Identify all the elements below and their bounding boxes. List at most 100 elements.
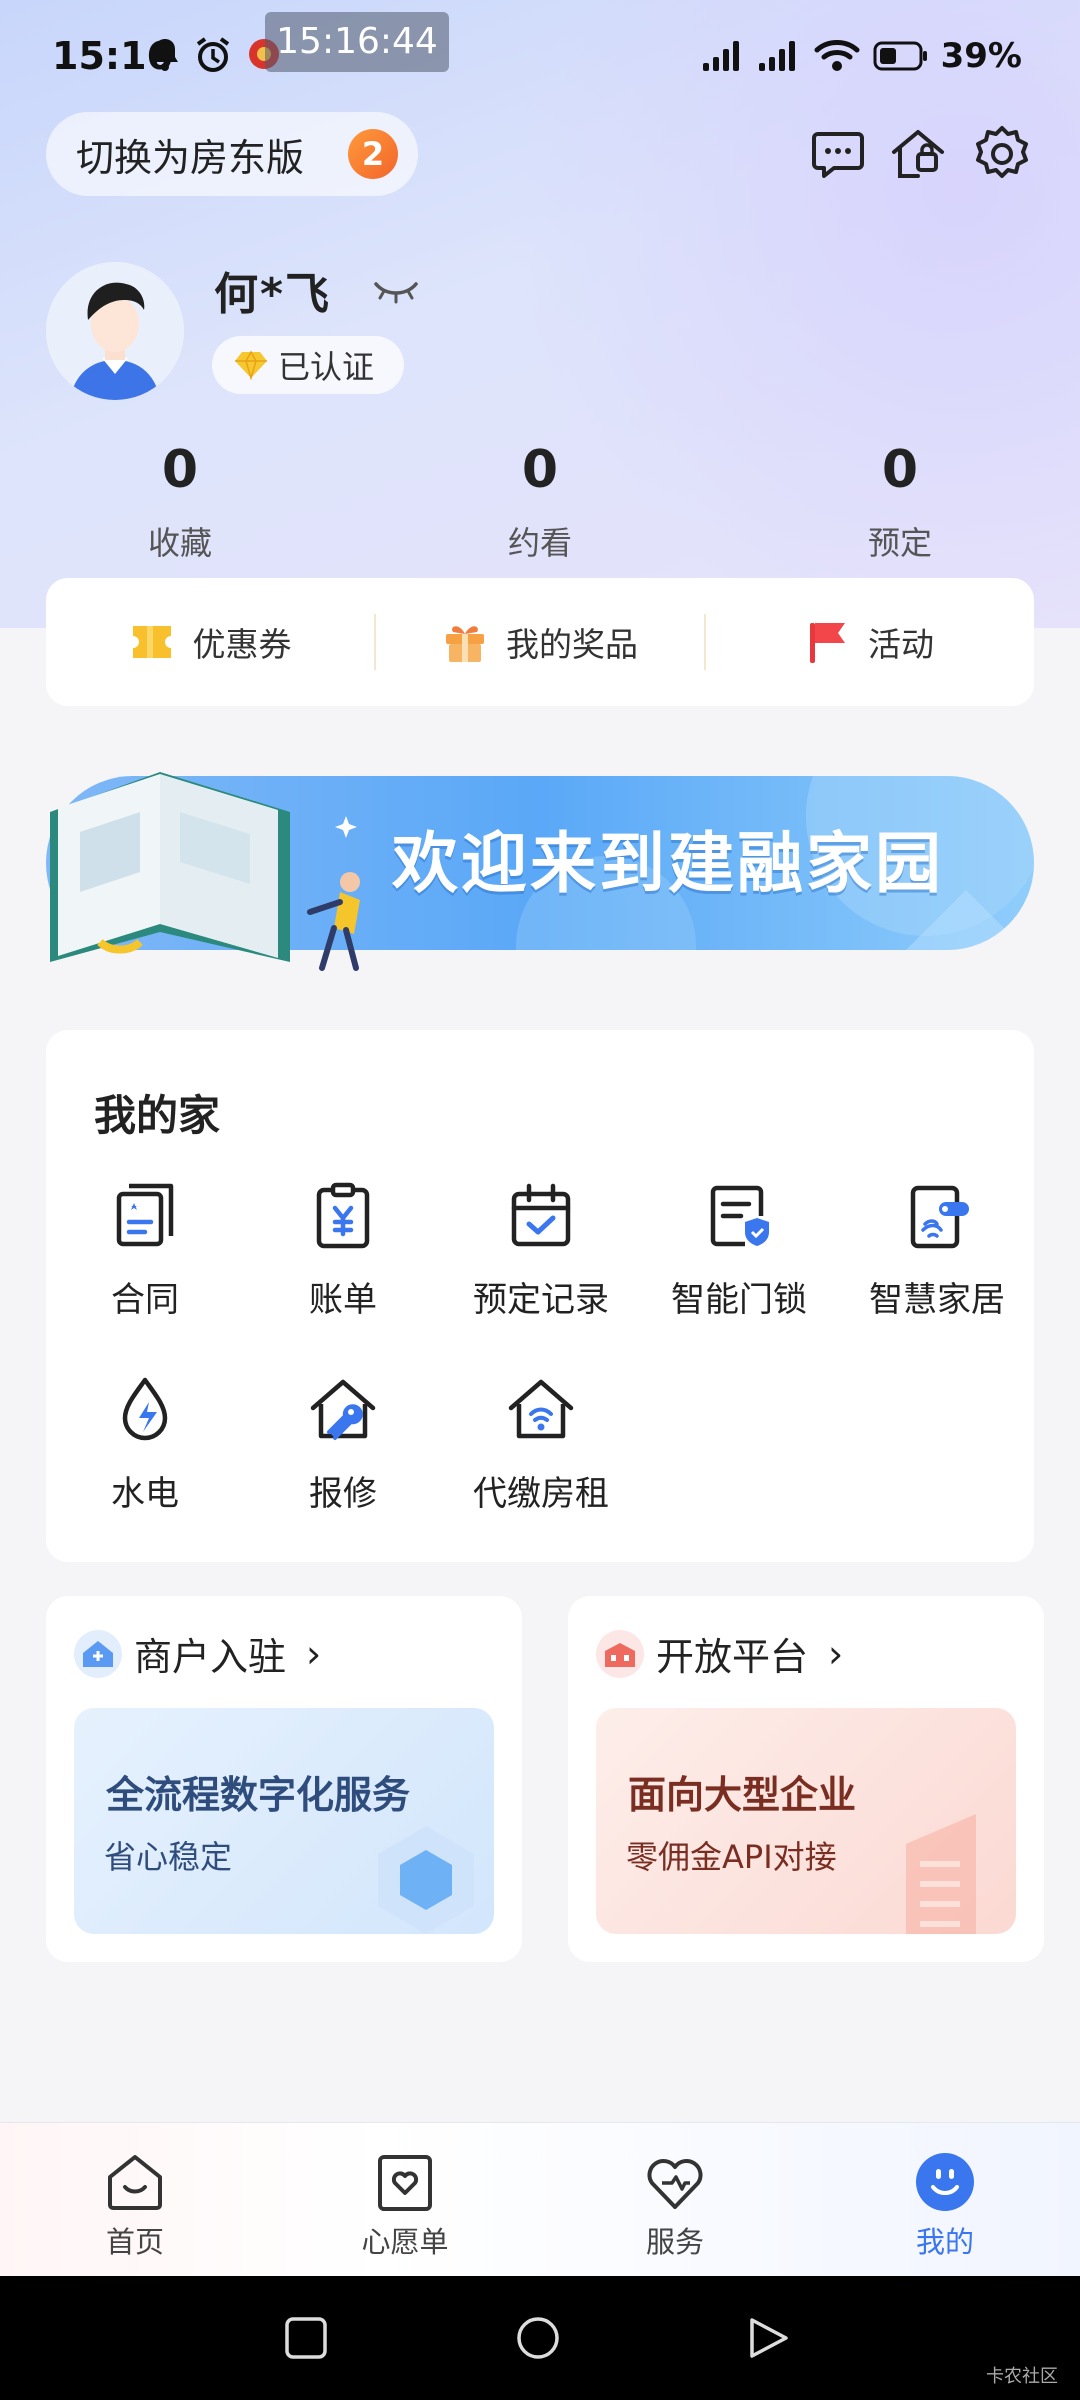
home-item-smart-home[interactable]: 智慧家居 [838,1180,1036,1321]
user-name: 何*飞 [214,269,332,320]
merchant-onboarding-card[interactable]: 商户入驻 › 全流程数字化服务 省心稳定 [46,1596,522,1962]
stat-label: 约看 [507,524,572,562]
my-home-title: 我的家 [94,1091,221,1140]
coupon-icon [132,626,171,658]
stat-viewings[interactable]: 0 约看 [420,440,660,564]
verified-badge: 已认证 [212,336,404,394]
battery-icon [873,41,927,71]
promo-headline: 全流程数字化服务 [106,1773,411,1817]
home-item-reservations[interactable]: 预定记录 [442,1180,640,1321]
diamond-icon [235,350,267,380]
home-item-label: 代缴房租 [473,1474,609,1514]
nav-profile[interactable]: 我的 [810,2123,1080,2276]
nav-wishlist[interactable]: 心愿单 [270,2123,540,2276]
profile-icon [916,2153,974,2211]
stat-value: 0 [161,440,199,500]
nav-home[interactable]: 首页 [0,2123,270,2276]
alarm-icon [196,37,230,72]
service-icon [647,2159,703,2209]
home-item-utilities[interactable]: 水电 [46,1374,244,1515]
stat-value: 0 [521,440,559,500]
quick-link-coupons[interactable]: 优惠券 [46,614,374,670]
contract-icon [116,1183,174,1247]
stat-label: 预定 [867,524,932,562]
recent-apps-icon[interactable] [282,2314,330,2362]
nav-label: 心愿单 [361,2225,449,2259]
stat-value: 0 [881,440,919,500]
home-item-contract[interactable]: 合同 [46,1180,244,1321]
home-circle-icon[interactable] [514,2314,562,2362]
home-item-label: 水电 [111,1474,179,1514]
open-book-illustration [50,772,360,971]
promo-headline: 面向大型企业 [628,1773,857,1817]
avatar[interactable] [46,262,184,400]
home-item-bill[interactable]: 账单 [244,1180,442,1321]
quick-link-activities[interactable]: 活动 [704,614,1034,670]
building-icon [906,1814,976,1934]
nav-label: 首页 [105,2225,164,2259]
battery-percentage: 39% [940,36,1022,76]
notification-bell-icon [152,39,178,71]
back-triangle-icon[interactable] [744,2314,792,2362]
chevron-right-icon: › [306,1631,322,1676]
message-icon[interactable] [808,124,868,184]
quick-link-label: 活动 [868,625,934,664]
open-platform-card[interactable]: 开放平台 › 面向大型企业 零佣金API对接 [568,1596,1044,1962]
bill-icon [316,1182,370,1249]
quick-links-card: 优惠券 我的奖品 活动 [46,578,1034,706]
rent-pay-icon [508,1379,574,1439]
merchant-promo-panel: 全流程数字化服务 省心稳定 [74,1708,494,1934]
platform-promo-panel: 面向大型企业 零佣金API对接 [596,1708,1016,1934]
home-item-label: 合同 [111,1280,179,1320]
watermark: 卡农社区 [986,2366,1058,2387]
stat-label: 收藏 [147,524,212,562]
hexagon-cube-icon [378,1826,474,1934]
home-item-repair[interactable]: 报修 [244,1374,442,1515]
quick-link-prizes[interactable]: 我的奖品 [374,614,704,670]
screen-recording-time: 15:16:44 [265,12,449,72]
promo-title: 商户入驻 [134,1635,287,1679]
quick-link-label: 优惠券 [192,625,292,664]
gift-icon [446,626,484,662]
flag-icon [810,623,845,663]
system-navigation-bar: 卡农社区 [0,2276,1080,2400]
nav-service[interactable]: 服务 [540,2123,810,2276]
settings-icon[interactable] [972,124,1032,184]
utility-icon [122,1377,168,1441]
home-item-smart-lock[interactable]: 智能门锁 [640,1180,838,1321]
smart-lock-icon [710,1185,769,1247]
home-item-label: 报修 [309,1474,377,1514]
nav-label: 服务 [645,2225,704,2259]
my-home-card: 我的家 合同 账单 预定记录 智能门锁 智慧家居 水电 报修 代缴房租 [46,1030,1034,1562]
stat-favorites[interactable]: 0 收藏 [60,440,300,564]
stat-reservations[interactable]: 0 预定 [780,440,1020,564]
house-lock-icon[interactable] [888,124,948,184]
calendar-check-icon [511,1183,571,1247]
status-bar: 15:16 15:16:44 39% [0,0,1080,110]
merchant-icon [74,1629,122,1678]
switch-label: 切换为房东版 [76,135,305,180]
home-item-label: 智慧家居 [869,1280,1005,1320]
promo-subtext: 省心稳定 [104,1838,233,1876]
verified-label: 已认证 [278,348,375,386]
wishlist-icon [378,2155,432,2211]
chevron-right-icon: › [828,1631,844,1676]
platform-icon [596,1629,644,1678]
home-item-label: 账单 [309,1280,377,1320]
nav-label: 我的 [915,2225,974,2259]
switch-to-landlord-button[interactable]: 切换为房东版 2 [46,112,418,196]
banner-text: 欢迎来到建融家园 [392,825,944,902]
bottom-navigation: 首页 心愿单 服务 我的 [0,2122,1080,2276]
promo-title: 开放平台 [656,1635,809,1679]
home-item-label: 预定记录 [473,1280,609,1320]
repair-icon [310,1379,376,1440]
hide-eye-icon[interactable] [372,278,420,304]
quick-link-label: 我的奖品 [506,625,638,664]
home-item-label: 智能门锁 [671,1280,807,1320]
home-icon [108,2155,162,2210]
signal-strength-2-icon [758,41,795,71]
signal-strength-icon [702,41,739,71]
home-item-rent-pay[interactable]: 代缴房租 [442,1374,640,1515]
switch-badge: 2 [348,129,398,179]
wifi-icon [814,40,860,71]
